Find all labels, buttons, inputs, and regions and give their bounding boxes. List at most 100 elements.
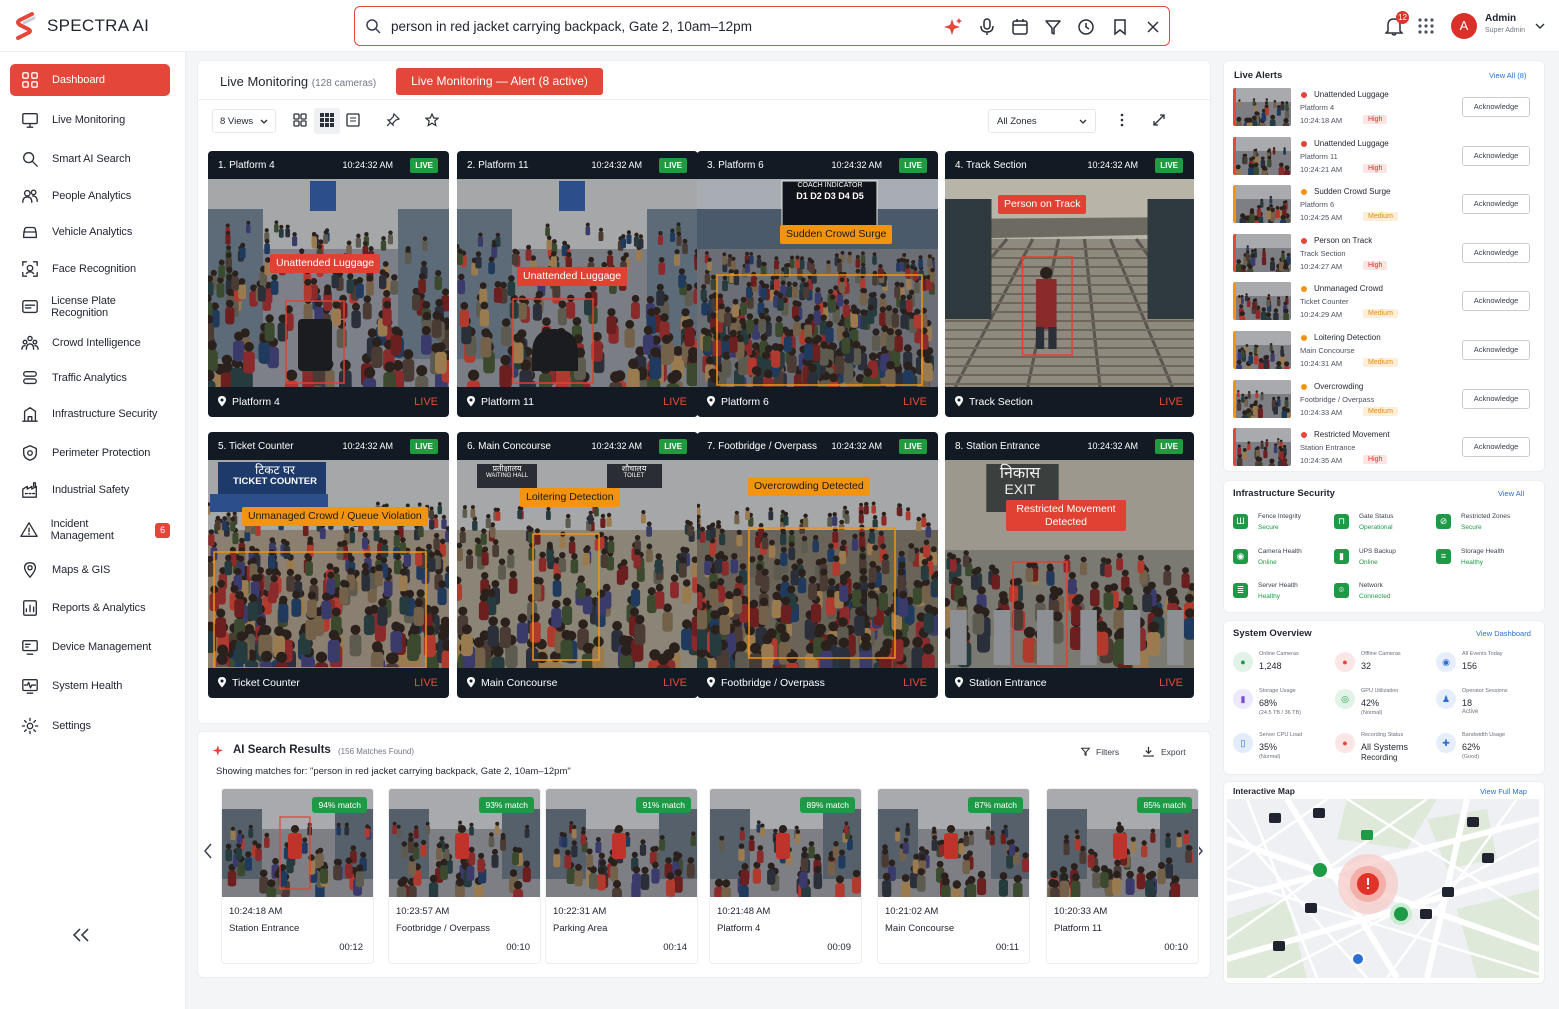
search-result-card[interactable]: 93% match 10:23:57 AM Footbridge / Overpas… — [388, 788, 541, 964]
infra-status: Healthy — [1461, 559, 1484, 566]
close-icon[interactable] — [1143, 17, 1163, 37]
sidebar-item-settings[interactable]: Settings — [10, 710, 170, 742]
filters-button[interactable]: Filters — [1080, 746, 1119, 757]
sidebar-item-device-management[interactable]: Device Management — [10, 631, 170, 663]
pin-icon[interactable] — [386, 113, 400, 127]
ai-sparkle-icon[interactable] — [943, 17, 963, 37]
view-all-infra-link[interactable]: View All — [1498, 489, 1524, 498]
alert-item[interactable]: Sudden Crowd Surge Platform 6 10:24:25 AM M… — [1233, 183, 1533, 229]
eye-icon: ◉ — [1436, 652, 1456, 672]
alert-title: Unmanaged Crowd — [1314, 284, 1383, 294]
active-alerts-button[interactable]: Live Monitoring — Alert (8 active) — [396, 68, 603, 95]
camera-name: 7. Footbridge / Overpass — [707, 441, 818, 452]
zones-select[interactable]: All Zones — [988, 109, 1096, 133]
grid-3x3-icon[interactable] — [320, 113, 334, 127]
camera-tile[interactable]: 8. Station Entrance 10:24:32 AM LIVE निकास E… — [945, 432, 1194, 698]
list-grid-icon[interactable] — [346, 113, 360, 127]
filter-icon[interactable] — [1043, 17, 1063, 37]
history-icon[interactable] — [1076, 17, 1096, 37]
search-input[interactable] — [391, 16, 911, 36]
view-all-alerts-link[interactable]: View All (8) — [1489, 71, 1526, 80]
infra-status-item[interactable]: ≡ Storage Health Healthy — [1436, 548, 1531, 578]
camera-tile[interactable]: 5. Ticket Counter 10:24:32 AM LIVE टिकट घर T… — [208, 432, 449, 698]
infra-status-item[interactable]: ≣ Server Health Healthy — [1233, 582, 1328, 612]
acknowledge-button[interactable]: Acknowledge — [1462, 437, 1530, 458]
sidebar-item-system-health[interactable]: System Health — [10, 670, 170, 702]
alert-item[interactable]: Unattended Luggage Platform 4 10:24:18 AM H… — [1233, 86, 1533, 132]
sidebar-item-traffic-analytics[interactable]: Traffic Analytics — [10, 362, 170, 394]
alert-item[interactable]: Restricted Movement Station Entrance 10:24… — [1233, 426, 1533, 472]
infra-status: Connected — [1359, 593, 1391, 600]
sidebar-item-smart-ai-search[interactable]: Smart AI Search — [10, 143, 170, 175]
camera-tile[interactable]: 2. Platform 11 10:24:32 AM LIVE Unattended … — [457, 151, 698, 417]
infra-status-item[interactable]: ⌾ Network Connected — [1334, 582, 1429, 612]
acknowledge-button[interactable]: Acknowledge — [1462, 388, 1530, 409]
severity-badge: High — [1363, 115, 1388, 124]
search-result-card[interactable]: 87% match 10:21:02 AM Main Concourse 00:11 — [877, 788, 1030, 964]
alert-item[interactable]: Unmanaged Crowd Ticket Counter 10:24:29 AM… — [1233, 280, 1533, 326]
export-button[interactable]: Export — [1143, 746, 1186, 757]
sidebar-item-incident-management[interactable]: Incident Management 6 — [10, 514, 171, 546]
search-result-card[interactable]: 94% match 10:24:18 AM Station Entrance 00:1… — [221, 788, 374, 964]
search-result-card[interactable]: 85% match 10:20:33 AM Platform 11 00:10 — [1046, 788, 1199, 964]
infra-status-item[interactable]: ▮ UPS Backup Online — [1334, 548, 1429, 578]
acknowledge-button[interactable]: Acknowledge — [1462, 340, 1530, 360]
sidebar-item-maps-gis[interactable]: Maps & GIS — [10, 554, 170, 586]
acknowledge-button[interactable]: Acknowledge — [1462, 291, 1530, 312]
acknowledge-button[interactable]: Acknowledge — [1462, 97, 1530, 117]
search-result-card[interactable]: 91% match 10:22:31 AM Parking Area 00:14 — [545, 788, 698, 964]
interactive-map[interactable] — [1227, 799, 1539, 978]
star-icon[interactable] — [425, 113, 439, 127]
collapse-sidebar-icon[interactable] — [72, 928, 90, 942]
camera-tile[interactable]: 7. Footbridge / Overpass 10:24:32 AM LIVE O… — [697, 432, 938, 698]
sidebar-item-perimeter-protection[interactable]: Perimeter Protection — [10, 437, 170, 469]
camera-tile[interactable]: 1. Platform 4 10:24:32 AM LIVE Unattended L… — [208, 151, 449, 417]
severity-dot — [1301, 286, 1307, 293]
sidebar-item-reports-analytics[interactable]: Reports & Analytics — [10, 592, 170, 624]
sidebar-item-live-monitoring[interactable]: Live Monitoring — [10, 104, 170, 136]
acknowledge-button[interactable]: Acknowledge — [1462, 194, 1530, 215]
sidebar-item-vehicle-analytics[interactable]: Vehicle Analytics — [10, 216, 170, 248]
grid-icon — [20, 70, 40, 90]
sidebar-item-face-recognition[interactable]: Face Recognition — [10, 253, 170, 285]
grid-2x2-icon[interactable] — [293, 113, 307, 127]
search-bar[interactable] — [354, 6, 1170, 46]
alert-item[interactable]: Loitering Detection Main Concourse 10:24:3… — [1233, 329, 1533, 375]
sidebar-item-dashboard[interactable]: Dashboard — [10, 64, 170, 96]
infra-status-item[interactable]: ◉ Camera Health Online — [1233, 548, 1328, 578]
search-result-card[interactable]: 89% match 10:21:48 AM Platform 4 00:09 — [709, 788, 862, 964]
sidebar-item-license-plate-recognition[interactable]: License Plate Recognition — [10, 291, 170, 323]
microphone-icon[interactable] — [977, 17, 997, 37]
acknowledge-button[interactable]: Acknowledge — [1462, 145, 1530, 166]
traffic-icon — [20, 368, 40, 388]
alert-item[interactable]: Overcrowding Footbridge / Overpass 10:24:3… — [1233, 378, 1533, 424]
acknowledge-button[interactable]: Acknowledge — [1462, 242, 1530, 263]
camera-header: 8. Station Entrance 10:24:32 AM LIVE — [945, 432, 1194, 460]
views-select[interactable]: 8 Views — [212, 109, 276, 133]
camera-tile[interactable]: 4. Track Section 10:24:32 AM LIVE Person on… — [945, 151, 1194, 417]
sidebar-item-infrastructure-security[interactable]: Infrastructure Security — [10, 398, 170, 430]
more-vertical-icon[interactable] — [1115, 113, 1129, 127]
chevron-down-icon[interactable] — [1535, 22, 1545, 30]
view-dashboard-link[interactable]: View Dashboard — [1476, 629, 1531, 638]
alert-item[interactable]: Unattended Luggage Platform 11 10:24:21 AM… — [1233, 135, 1533, 181]
overview-stat: ● Offline Cameras 32 — [1335, 651, 1439, 691]
camera-tile[interactable]: 6. Main Concourse 10:24:32 AM LIVE प्रतीक्ष… — [457, 432, 698, 698]
view-full-map-link[interactable]: View Full Map — [1480, 787, 1527, 796]
calendar-icon[interactable] — [1010, 17, 1030, 37]
severity-badge: High — [1363, 163, 1388, 173]
chevron-left-icon[interactable] — [203, 843, 213, 859]
infra-status-item[interactable]: Ш Fence Integrity Secure — [1233, 513, 1328, 543]
sidebar-item-industrial-safety[interactable]: Industrial Safety — [10, 474, 170, 506]
expand-icon[interactable] — [1152, 113, 1166, 127]
avatar[interactable]: A — [1451, 13, 1477, 39]
camera-tile[interactable]: 3. Platform 6 10:24:32 AM LIVE COACH INDICA… — [697, 151, 938, 417]
alert-location: Main Concourse — [1300, 346, 1355, 355]
apps-grid-icon[interactable] — [1418, 18, 1434, 34]
infra-status-item[interactable]: ⊓ Gate Status Operational — [1334, 513, 1429, 543]
infra-status-item[interactable]: ⊘ Restricted Zones Secure — [1436, 513, 1531, 543]
alert-item[interactable]: Person on Track Track Section 10:24:27 AM H… — [1233, 232, 1533, 278]
sidebar-item-crowd-intelligence[interactable]: Crowd Intelligence — [10, 327, 170, 359]
sidebar-item-people-analytics[interactable]: People Analytics — [10, 180, 170, 212]
bookmark-icon[interactable] — [1110, 17, 1130, 37]
